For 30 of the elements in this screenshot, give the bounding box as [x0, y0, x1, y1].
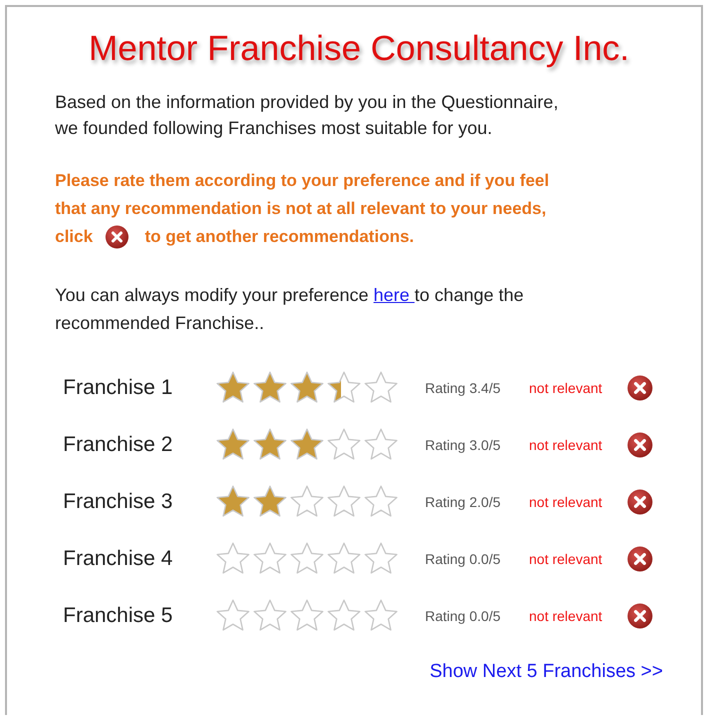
- not-relevant-link[interactable]: not relevant: [529, 380, 627, 396]
- instruction-text: to get another recommendations.: [144, 226, 414, 248]
- close-icon[interactable]: [627, 375, 653, 401]
- here-link[interactable]: here: [374, 285, 415, 305]
- page-title: Mentor Franchise Consultancy Inc.: [88, 29, 630, 69]
- modify-note: You can always modify your preference here to change the recommended Franchise..: [55, 284, 525, 335]
- rating-text: Rating 3.0/5: [425, 437, 502, 453]
- rating-text: Rating 0.0/5: [425, 551, 502, 567]
- not-relevant-link[interactable]: not relevant: [529, 551, 627, 567]
- franchise-name: Franchise 2: [63, 433, 174, 457]
- show-next-link[interactable]: Show Next 5 Franchises >>: [430, 661, 663, 682]
- not-relevant-link[interactable]: not relevant: [529, 608, 627, 624]
- not-relevant-link[interactable]: not relevant: [529, 494, 627, 510]
- intro-text: Based on the information provided by you in the Questionnaire, we founded following Franchises most suitable for you.: [55, 91, 560, 140]
- close-icon[interactable]: [627, 603, 653, 629]
- not-relevant-link[interactable]: not relevant: [529, 437, 627, 453]
- rating-text: Rating 2.0/5: [425, 494, 502, 510]
- close-icon[interactable]: [627, 432, 653, 458]
- instruction-text: click: [55, 226, 93, 248]
- instruction-text: that any recommendation is not at all relevant to your needs,: [55, 198, 548, 220]
- franchise-name: Franchise 5: [63, 604, 174, 628]
- franchise-name: Franchise 3: [63, 490, 174, 514]
- franchise-name: Franchise 1: [63, 376, 174, 400]
- close-icon[interactable]: [627, 546, 653, 572]
- rating-text: Rating 0.0/5: [425, 608, 502, 624]
- instruction-text: Please rate them according to your preference and if you feel: [55, 170, 550, 192]
- close-icon[interactable]: [627, 489, 653, 515]
- franchise-name: Franchise 4: [63, 547, 174, 571]
- close-icon: [104, 225, 129, 249]
- rating-text: Rating 3.4/5: [425, 380, 502, 396]
